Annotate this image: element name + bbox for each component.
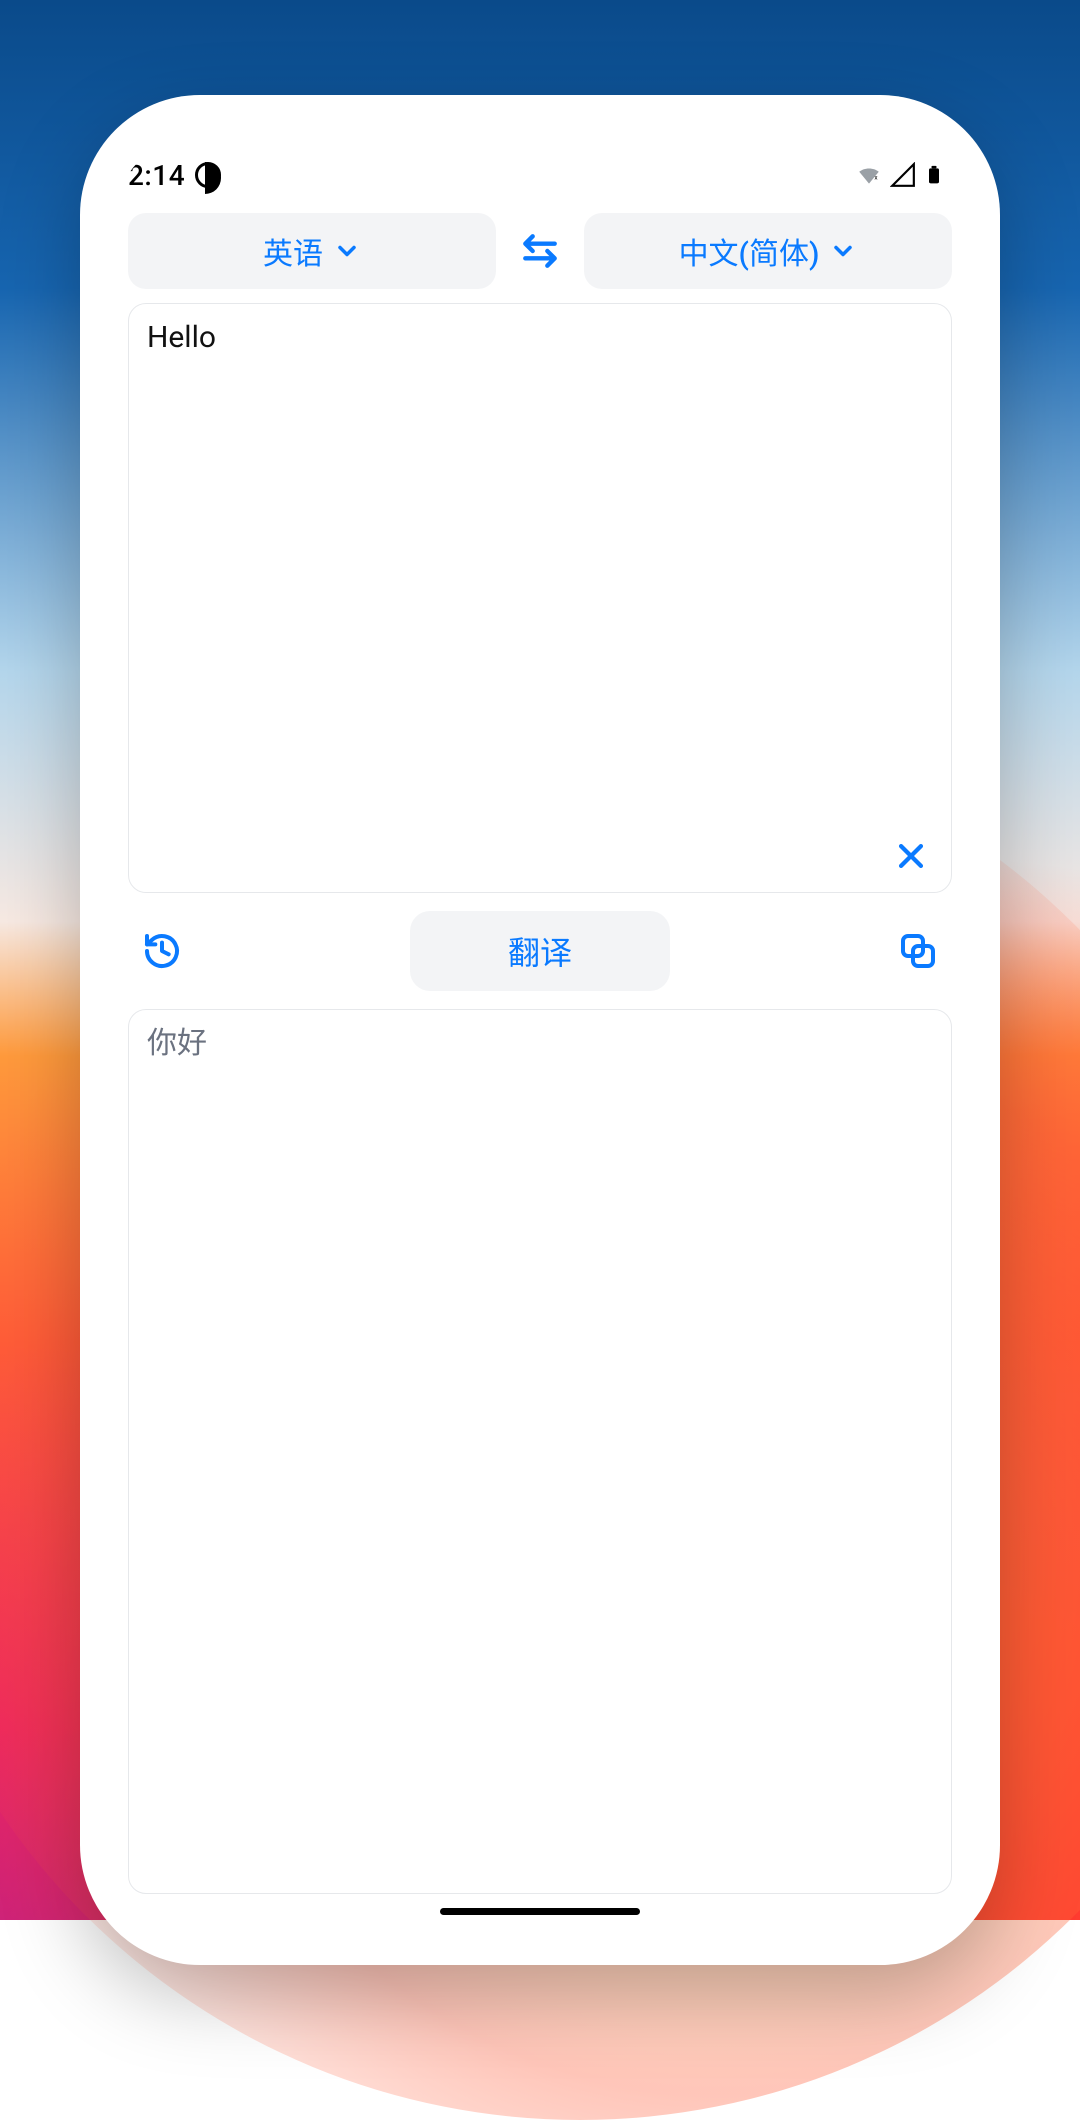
source-text[interactable]: Hello	[147, 318, 933, 357]
target-language-label: 中文(简体)	[679, 229, 820, 273]
history-icon	[142, 931, 182, 971]
source-language-button[interactable]: 英语	[128, 213, 496, 289]
app-content: 英语 中文(简体) Hello	[120, 205, 960, 1925]
source-text-panel[interactable]: Hello	[128, 303, 952, 893]
svg-text:x: x	[874, 173, 878, 181]
battery-icon	[924, 161, 944, 189]
close-icon	[894, 839, 928, 873]
clear-input-button[interactable]	[889, 834, 933, 878]
target-language-button[interactable]: 中文(简体)	[584, 213, 952, 289]
copy-icon	[898, 931, 938, 971]
chevron-down-icon	[333, 237, 361, 265]
language-selector-row: 英语 中文(简体)	[128, 213, 952, 289]
translate-button[interactable]: 翻译	[410, 911, 670, 991]
device-frame: 2:14 x	[80, 95, 1000, 1965]
status-time: 2:14	[128, 159, 185, 192]
action-row: 翻译	[128, 907, 952, 995]
status-bar: 2:14 x	[120, 145, 960, 205]
status-app-icon	[195, 162, 221, 188]
wifi-icon: x	[856, 162, 882, 188]
target-text: 你好	[147, 1024, 933, 1063]
translate-button-label: 翻译	[508, 928, 572, 974]
source-language-label: 英语	[263, 229, 323, 273]
history-button[interactable]	[134, 923, 190, 979]
swap-languages-button[interactable]	[510, 221, 570, 281]
target-text-panel: 你好	[128, 1009, 952, 1894]
home-indicator[interactable]	[440, 1908, 640, 1915]
cell-signal-icon	[890, 162, 916, 188]
swap-icon	[518, 229, 562, 273]
copy-button[interactable]	[890, 923, 946, 979]
chevron-down-icon	[829, 237, 857, 265]
phone-screen: 2:14 x	[120, 145, 960, 1925]
